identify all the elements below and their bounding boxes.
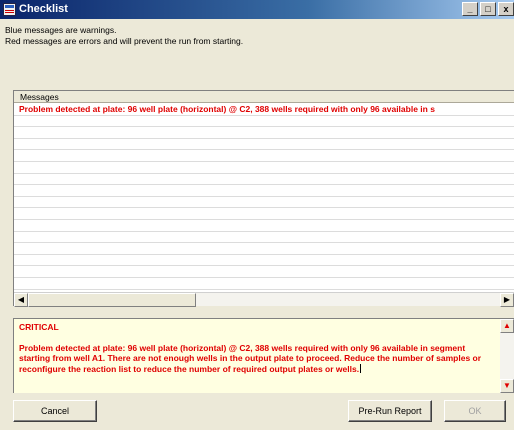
messages-rows: Problem detected at plate: 96 well plate…	[14, 104, 514, 290]
empty-row	[14, 266, 514, 278]
info-text: Blue messages are warnings. Red messages…	[5, 25, 243, 47]
text-caret	[360, 363, 362, 373]
scroll-left-arrow-icon[interactable]: ◀	[14, 293, 28, 307]
empty-row	[14, 174, 514, 186]
empty-row	[14, 185, 514, 197]
pre-run-report-button[interactable]: Pre-Run Report	[348, 400, 432, 422]
detail-severity: CRITICAL	[19, 322, 59, 332]
close-button[interactable]: x	[498, 2, 514, 16]
info-line-errors: Red messages are errors and will prevent…	[5, 36, 244, 46]
minimize-button[interactable]: _	[462, 2, 478, 16]
vertical-scrollbar[interactable]: ▲ ▼	[500, 319, 514, 393]
empty-row	[14, 232, 514, 244]
cancel-button[interactable]: Cancel	[13, 400, 97, 422]
empty-row	[14, 197, 514, 209]
empty-row	[14, 127, 514, 139]
scroll-up-arrow-icon[interactable]: ▲	[500, 319, 514, 333]
window-title: Checklist	[19, 3, 68, 15]
maximize-button[interactable]: □	[480, 2, 496, 16]
empty-row	[14, 208, 514, 220]
messages-column-header[interactable]: Messages	[14, 91, 514, 103]
ok-button[interactable]: OK	[444, 400, 506, 422]
empty-row	[14, 278, 514, 290]
empty-row	[14, 116, 514, 128]
empty-row	[14, 162, 514, 174]
title-bar[interactable]: Checklist _ □ x	[0, 0, 514, 19]
detail-body: Problem detected at plate: 96 well plate…	[19, 342, 482, 374]
checklist-app-icon	[3, 3, 16, 16]
message-detail-box[interactable]: CRITICAL Problem detected at plate: 96 w…	[13, 318, 514, 393]
empty-row	[14, 220, 514, 232]
empty-row	[14, 139, 514, 151]
info-line-warnings: Blue messages are warnings.	[5, 25, 117, 35]
empty-row	[14, 243, 514, 255]
horizontal-scroll-thumb[interactable]	[28, 293, 196, 307]
empty-row	[14, 255, 514, 267]
scroll-right-arrow-icon[interactable]: ▶	[500, 293, 514, 307]
message-row[interactable]: Problem detected at plate: 96 well plate…	[14, 104, 514, 116]
scroll-down-arrow-icon[interactable]: ▼	[500, 379, 514, 393]
empty-row	[14, 150, 514, 162]
messages-list[interactable]: Messages Problem detected at plate: 96 w…	[13, 90, 514, 307]
horizontal-scrollbar[interactable]: ◀ ▶	[14, 292, 514, 307]
